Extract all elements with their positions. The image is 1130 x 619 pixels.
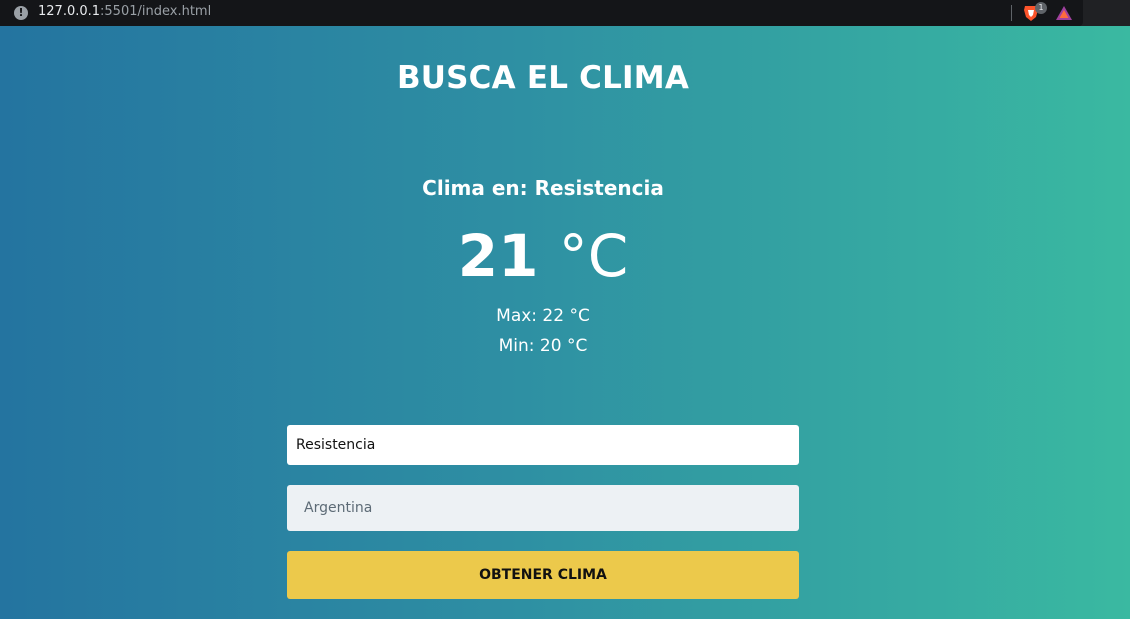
site-info-icon[interactable]: !	[14, 6, 28, 20]
max-temperature: Max: 22 °C	[496, 306, 590, 326]
page-title: BUSCA EL CLIMA	[396, 60, 690, 96]
url-text[interactable]: 127.0.0.1:5501/index.html	[38, 4, 211, 19]
city-input[interactable]	[287, 425, 799, 465]
url-path: :5501/index.html	[100, 4, 212, 19]
get-weather-button[interactable]: OBTENER CLIMA	[287, 551, 799, 599]
brave-shields-count: 1	[1035, 2, 1047, 14]
temperature-value: 21	[457, 222, 539, 290]
browser-toolbar: ! 127.0.0.1:5501/index.html 1	[0, 0, 1130, 26]
toolbar-divider	[1011, 5, 1012, 21]
url-host: 127.0.0.1	[38, 4, 101, 19]
current-temperature: 21 °C	[0, 218, 1086, 294]
address-bar[interactable]: ! 127.0.0.1:5501/index.html	[0, 0, 1083, 26]
weather-page: BUSCA EL CLIMA Clima en: Resistencia 21 …	[0, 26, 1130, 619]
min-temperature: Min: 20 °C	[498, 336, 588, 356]
brave-rewards-icon[interactable]	[1055, 4, 1073, 22]
country-input[interactable]	[287, 485, 799, 531]
temperature-unit: °C	[558, 222, 629, 290]
weather-location-heading: Clima en: Resistencia	[422, 176, 664, 200]
